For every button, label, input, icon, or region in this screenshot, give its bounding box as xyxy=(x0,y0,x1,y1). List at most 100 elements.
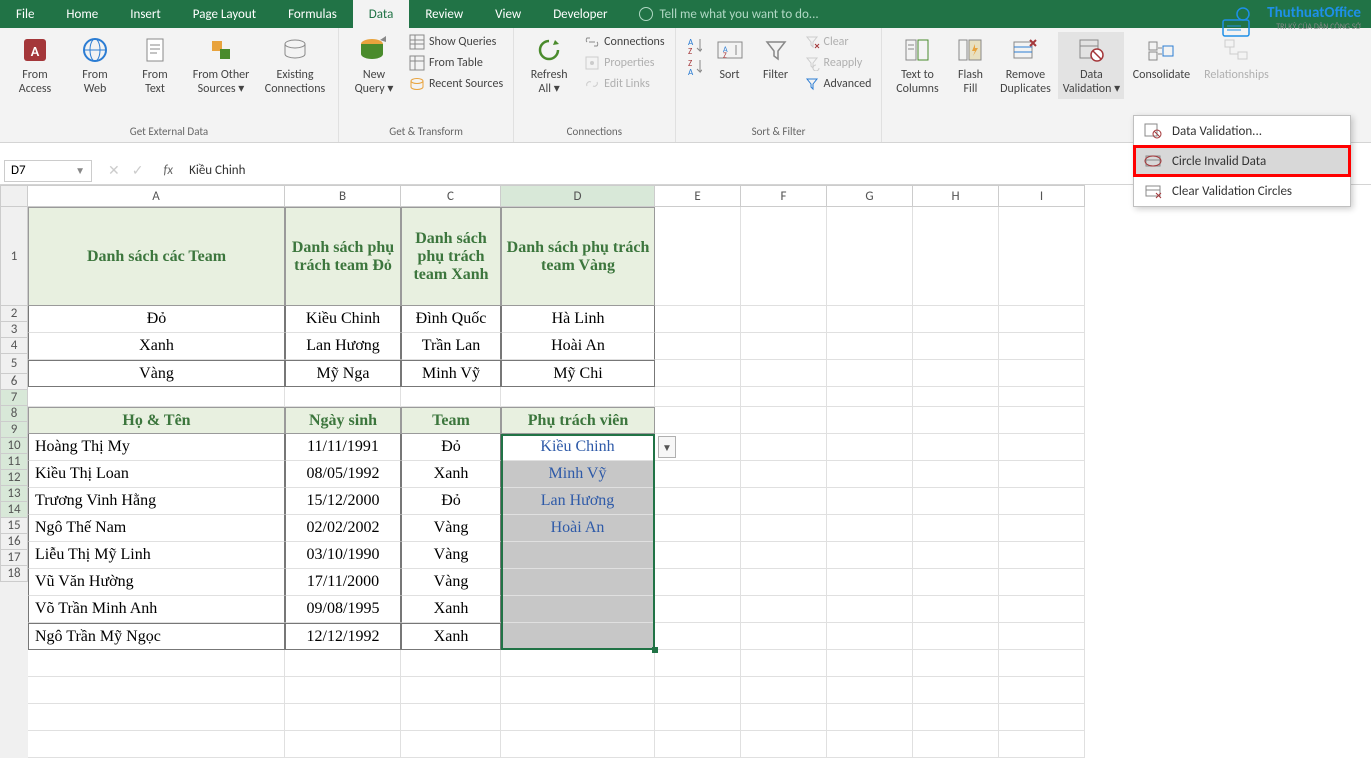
cell[interactable] xyxy=(827,515,913,542)
from-text-button[interactable]: From Text xyxy=(126,32,184,99)
filter-button[interactable]: Filter xyxy=(754,32,798,84)
text-to-columns-button[interactable]: Text to Columns xyxy=(888,32,946,99)
cell[interactable] xyxy=(827,306,913,333)
cell[interactable]: 15/12/2000 xyxy=(285,488,401,515)
cell[interactable] xyxy=(655,623,741,650)
cell[interactable] xyxy=(827,596,913,623)
tab-formulas[interactable]: Formulas xyxy=(272,0,353,28)
cell[interactable] xyxy=(827,542,913,569)
cell[interactable] xyxy=(913,434,999,461)
sort-button[interactable]: AZSort xyxy=(708,32,752,84)
cell[interactable] xyxy=(913,333,999,360)
cell[interactable] xyxy=(655,569,741,596)
cell[interactable] xyxy=(999,407,1085,434)
row-header-9[interactable]: 9 xyxy=(0,422,28,438)
cell[interactable]: Vàng xyxy=(401,569,501,596)
cell[interactable] xyxy=(741,488,827,515)
data-validation-button[interactable]: Data Validation ▾ xyxy=(1058,32,1124,99)
sort-az-button[interactable]: AZ xyxy=(682,36,706,56)
col-header-I[interactable]: I xyxy=(999,185,1085,207)
tab-view[interactable]: View xyxy=(479,0,537,28)
cell[interactable]: Lan Hương xyxy=(285,333,401,360)
tell-me[interactable]: Tell me what you want to do... xyxy=(623,0,834,28)
row-header-12[interactable]: 12 xyxy=(0,470,28,486)
cell[interactable]: 03/10/1990 xyxy=(285,542,401,569)
cell-A1[interactable]: Danh sách các Team xyxy=(28,207,285,306)
cell[interactable] xyxy=(999,650,1085,677)
row-header-3[interactable]: 3 xyxy=(0,322,28,338)
cell[interactable] xyxy=(913,387,999,407)
cell-B1[interactable]: Danh sách phụ trách team Đỏ xyxy=(285,207,401,306)
cell[interactable]: Vàng xyxy=(28,360,285,387)
dv-circle-invalid[interactable]: Circle Invalid Data xyxy=(1134,146,1350,176)
cell[interactable] xyxy=(741,360,827,387)
cell[interactable] xyxy=(999,704,1085,731)
cell[interactable] xyxy=(28,731,285,758)
fx-icon[interactable]: fx xyxy=(155,163,181,178)
cell[interactable] xyxy=(28,650,285,677)
cell[interactable] xyxy=(28,387,285,407)
cell[interactable] xyxy=(741,387,827,407)
col-header-G[interactable]: G xyxy=(827,185,913,207)
cell[interactable] xyxy=(655,407,741,434)
cell-C1[interactable]: Danh sách phụ trách team Xanh xyxy=(401,207,501,306)
cell[interactable] xyxy=(827,677,913,704)
cell-dropdown-button[interactable]: ▼ xyxy=(658,436,676,458)
cell[interactable]: Hoài An xyxy=(501,333,655,360)
cell[interactable] xyxy=(28,704,285,731)
cell[interactable] xyxy=(999,207,1085,306)
cell[interactable] xyxy=(827,207,913,306)
cancel-icon[interactable]: ✕ xyxy=(108,162,120,179)
cell[interactable]: 08/05/1992 xyxy=(285,461,401,488)
cell[interactable] xyxy=(401,387,501,407)
cell[interactable] xyxy=(913,488,999,515)
cell[interactable] xyxy=(913,704,999,731)
cell[interactable] xyxy=(285,650,401,677)
connections-button[interactable]: Connections xyxy=(580,32,668,52)
tab-insert[interactable]: Insert xyxy=(114,0,177,28)
cell[interactable]: Xanh xyxy=(401,596,501,623)
cell[interactable]: Ngày sinh xyxy=(285,407,401,434)
from-access-button[interactable]: AFrom Access xyxy=(6,32,64,99)
cell[interactable] xyxy=(999,488,1085,515)
row-header-16[interactable]: 16 xyxy=(0,534,28,550)
cell[interactable] xyxy=(913,596,999,623)
cell[interactable] xyxy=(999,461,1085,488)
existing-conn-button[interactable]: Existing Connections xyxy=(258,32,332,99)
row-header-10[interactable]: 10 xyxy=(0,438,28,454)
cell[interactable] xyxy=(741,333,827,360)
cell[interactable] xyxy=(655,333,741,360)
cell[interactable] xyxy=(741,704,827,731)
col-header-B[interactable]: B xyxy=(285,185,401,207)
cell[interactable]: Minh Vỹ xyxy=(501,461,655,488)
cell[interactable] xyxy=(501,650,655,677)
cell[interactable]: 09/08/1995 xyxy=(285,596,401,623)
cell[interactable] xyxy=(655,542,741,569)
cell[interactable]: Phụ trách viên xyxy=(501,407,655,434)
cell[interactable] xyxy=(741,434,827,461)
cell[interactable] xyxy=(999,677,1085,704)
cell[interactable]: Kiều Thị Loan xyxy=(28,461,285,488)
cell[interactable] xyxy=(285,704,401,731)
cell[interactable] xyxy=(655,731,741,758)
advanced-button[interactable]: Advanced xyxy=(800,74,876,94)
cell[interactable] xyxy=(827,704,913,731)
cell[interactable]: Vũ Văn Hường xyxy=(28,569,285,596)
cell[interactable] xyxy=(741,207,827,306)
cell[interactable] xyxy=(501,569,655,596)
cell[interactable] xyxy=(655,515,741,542)
cell[interactable] xyxy=(501,387,655,407)
cell[interactable]: Ngô Trần Mỹ Ngọc xyxy=(28,623,285,650)
cell-D1[interactable]: Danh sách phụ trách team Vàng xyxy=(501,207,655,306)
cell[interactable] xyxy=(655,306,741,333)
cell[interactable]: Liễu Thị Mỹ Linh xyxy=(28,542,285,569)
cell[interactable] xyxy=(999,333,1085,360)
cell[interactable]: Vàng xyxy=(401,515,501,542)
row-header-15[interactable]: 15 xyxy=(0,518,28,534)
row-header-2[interactable]: 2 xyxy=(0,306,28,322)
cell[interactable] xyxy=(741,731,827,758)
show-queries-button[interactable]: Show Queries xyxy=(405,32,507,52)
cell[interactable] xyxy=(401,650,501,677)
cell[interactable]: Mỹ Nga xyxy=(285,360,401,387)
cell[interactable] xyxy=(999,360,1085,387)
